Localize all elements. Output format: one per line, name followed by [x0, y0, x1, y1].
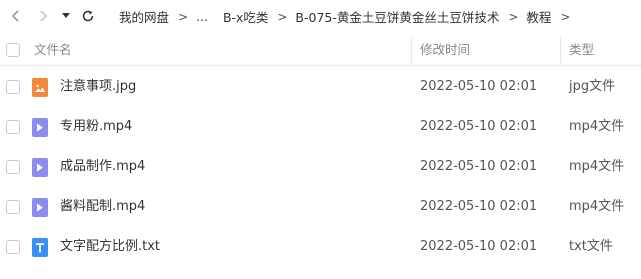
video-file-icon — [32, 198, 48, 217]
file-name[interactable]: 注意事项.jpg — [60, 67, 136, 107]
file-modified-time: 2022-05-10 02:01 — [420, 199, 538, 214]
column-header-name[interactable]: 文件名 — [34, 33, 72, 66]
row-checkbox[interactable] — [6, 240, 20, 254]
breadcrumb-item-ellipsis[interactable]: ... — [196, 9, 208, 24]
history-dropdown-button[interactable] — [58, 8, 74, 24]
file-type: txt文件 — [569, 239, 613, 254]
select-all-checkbox[interactable] — [6, 43, 20, 57]
file-modified-time: 2022-05-10 02:01 — [420, 119, 538, 134]
row-checkbox[interactable] — [6, 160, 20, 174]
breadcrumb-separator: > — [178, 9, 189, 24]
breadcrumb-item-my-drive[interactable]: 我的网盘 — [119, 7, 169, 26]
column-header-modified[interactable]: 修改时间 — [420, 33, 470, 66]
toolbar: 我的网盘 > ... B-x吃类 > B-075-黄金土豆饼黄金丝土豆饼技术 >… — [0, 0, 641, 33]
image-file-icon — [32, 78, 48, 97]
file-row[interactable]: 专用粉.mp4 2022-05-10 02:01 mp4文件 — [0, 107, 641, 147]
file-type: mp4文件 — [569, 159, 625, 174]
file-modified-time: 2022-05-10 02:01 — [420, 239, 538, 254]
video-file-icon — [32, 158, 48, 177]
breadcrumb: 我的网盘 > ... B-x吃类 > B-075-黄金土豆饼黄金丝土豆饼技术 >… — [119, 0, 578, 33]
breadcrumb-separator: > — [560, 9, 571, 24]
file-modified-time: 2022-05-10 02:01 — [420, 79, 538, 94]
video-file-icon — [32, 118, 48, 137]
breadcrumb-separator: > — [508, 9, 519, 24]
breadcrumb-item-category[interactable]: B-x吃类 — [223, 7, 268, 26]
breadcrumb-item-current[interactable]: 教程 — [526, 7, 551, 26]
chevron-left-icon — [11, 10, 19, 22]
back-button[interactable] — [6, 6, 26, 26]
row-checkbox[interactable] — [6, 80, 20, 94]
file-row[interactable]: 注意事项.jpg 2022-05-10 02:01 jpg文件 — [0, 67, 641, 107]
file-name[interactable]: 专用粉.mp4 — [60, 107, 132, 147]
refresh-button[interactable] — [78, 6, 98, 26]
forward-button[interactable] — [33, 6, 53, 26]
triangle-down-icon — [62, 13, 70, 18]
file-name[interactable]: 文字配方比例.txt — [60, 227, 160, 267]
file-row[interactable]: 文字配方比例.txt 2022-05-10 02:01 txt文件 — [0, 227, 641, 267]
file-row[interactable]: 酱料配制.mp4 2022-05-10 02:01 mp4文件 — [0, 187, 641, 227]
file-name[interactable]: 成品制作.mp4 — [60, 147, 145, 187]
column-header-type[interactable]: 类型 — [569, 33, 594, 66]
breadcrumb-separator: > — [277, 9, 288, 24]
column-divider[interactable] — [411, 37, 412, 63]
breadcrumb-item-project[interactable]: B-075-黄金土豆饼黄金丝土豆饼技术 — [295, 7, 499, 26]
file-name[interactable]: 酱料配制.mp4 — [60, 187, 145, 227]
row-checkbox[interactable] — [6, 120, 20, 134]
refresh-icon — [82, 10, 94, 22]
file-type: mp4文件 — [569, 199, 625, 214]
file-type: jpg文件 — [569, 79, 616, 94]
text-file-icon — [32, 238, 48, 257]
file-modified-time: 2022-05-10 02:01 — [420, 159, 538, 174]
chevron-right-icon — [40, 10, 48, 22]
file-list-header: 文件名 修改时间 类型 — [0, 33, 641, 66]
file-row[interactable]: 成品制作.mp4 2022-05-10 02:01 mp4文件 — [0, 147, 641, 187]
row-checkbox[interactable] — [6, 200, 20, 214]
file-type: mp4文件 — [569, 119, 625, 134]
column-divider[interactable] — [560, 37, 561, 63]
